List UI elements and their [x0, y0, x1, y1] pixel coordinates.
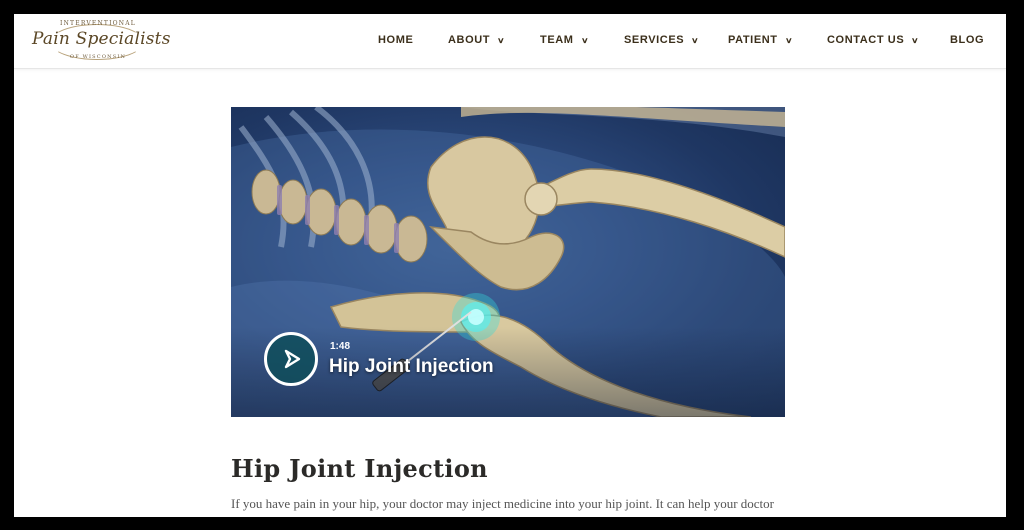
chevron-down-icon: ∨ [911, 35, 920, 45]
chevron-down-icon: ∨ [691, 35, 700, 45]
video-player[interactable]: 1:48 Hip Joint Injection [231, 107, 785, 417]
chevron-down-icon: ∨ [580, 35, 590, 45]
site-header: INTERVENTIONAL Pain Specialists OF WISCO… [14, 14, 1006, 69]
nav-services-label: SERVICES [624, 34, 685, 46]
nav-home-label: HOME [378, 34, 414, 46]
nav-patient-label: PATIENT [728, 34, 778, 46]
nav-contact-us-label: CONTACT US [827, 34, 905, 46]
nav-about[interactable]: ABOUT ∨ [448, 32, 505, 48]
video-duration: 1:48 [330, 341, 351, 352]
nav-contact-us[interactable]: CONTACT US ∨ [827, 32, 919, 48]
page-title: Hip Joint Injection [231, 454, 488, 483]
play-button[interactable] [264, 332, 318, 386]
play-icon [284, 349, 301, 369]
nav-blog-label: BLOG [950, 34, 985, 46]
nav-about-label: ABOUT [448, 34, 491, 46]
chevron-down-icon: ∨ [497, 35, 506, 45]
video-title: Hip Joint Injection [329, 356, 494, 377]
nav-patient[interactable]: PATIENT ∨ [728, 32, 792, 48]
intro-paragraph: If you have pain in your hip, your docto… [231, 496, 774, 511]
nav-blog[interactable]: BLOG [950, 32, 984, 48]
nav-team[interactable]: TEAM ∨ [540, 32, 588, 48]
chevron-down-icon: ∨ [784, 35, 794, 45]
main-nav: HOME ABOUT ∨ TEAM ∨ SERVICES ∨ PATIENT ∨… [14, 14, 1006, 69]
nav-services[interactable]: SERVICES ∨ [624, 32, 699, 48]
browser-viewport: INTERVENTIONAL Pain Specialists OF WISCO… [14, 14, 1006, 517]
nav-home[interactable]: HOME [378, 32, 413, 48]
nav-team-label: TEAM [540, 34, 574, 46]
